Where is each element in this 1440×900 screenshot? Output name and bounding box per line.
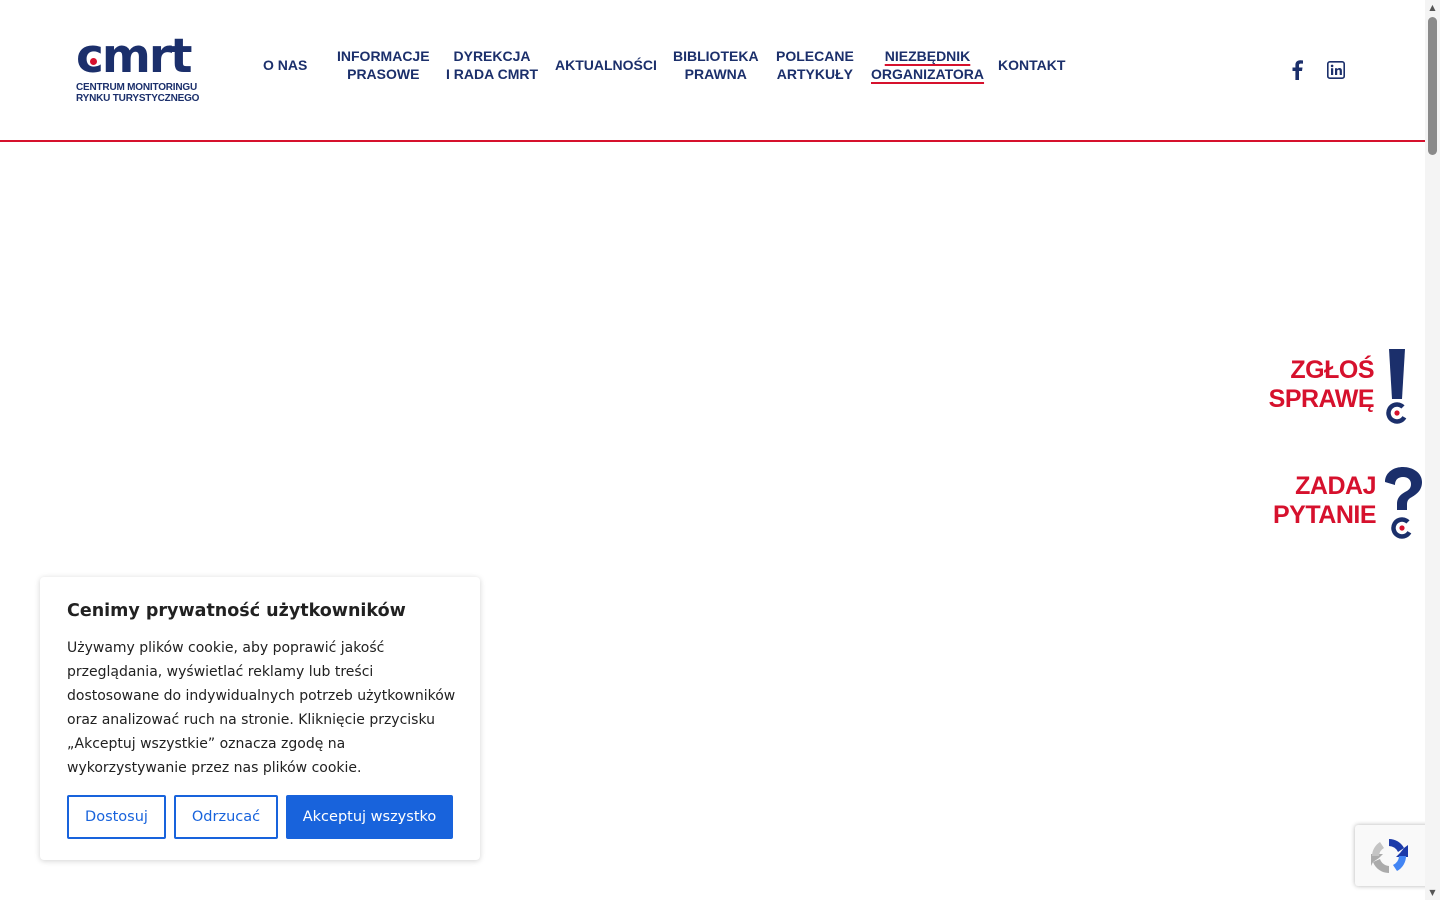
nav-item-aktualnosci[interactable]: AKTUALNOŚCI (555, 56, 657, 74)
cookie-description: Używamy plików cookie, aby poprawić jako… (67, 640, 456, 776)
nav-item-polecane-artykuly[interactable]: POLECANE ARTYKUŁY (776, 47, 854, 83)
nav-item-niezbednik-organizatora[interactable]: NIEZBĘDNIK ORGANIZATORA (871, 47, 984, 83)
ask-question-line2: PYTANIE (1273, 501, 1377, 529)
report-issue-button[interactable]: ZGŁOŚ SPRAWĘ (1269, 348, 1412, 426)
main-nav: O NAS INFORMACJE PRASOWE DYREKCJA I RADA… (0, 0, 1100, 140)
nav-label: NIEZBĘDNIK (884, 48, 971, 64)
scrollbar-thumb[interactable] (1428, 17, 1437, 155)
nav-label: AKTUALNOŚCI (555, 57, 657, 73)
nav-label: ORGANIZATORA (871, 66, 985, 82)
nav-label: POLECANE (776, 48, 854, 64)
recaptcha-icon (1371, 839, 1408, 874)
page-scrollbar[interactable]: ▲ ▼ (1425, 0, 1440, 900)
facebook-link[interactable] (1285, 58, 1309, 82)
cookie-title: Cenimy prywatność użytkowników (67, 601, 406, 621)
nav-label: DYREKCJA (453, 48, 531, 64)
cookie-accept-all-button[interactable]: Akceptuj wszystko (286, 795, 453, 839)
page: cmrt CENTRUM MONITORINGU RYNKU TURYSTYCZ… (0, 0, 1440, 900)
cookie-consent-banner: Cenimy prywatność użytkowników Używamy p… (40, 577, 480, 860)
nav-label: ARTYKUŁY (776, 66, 854, 82)
ask-question-line1: ZADAJ (1295, 472, 1376, 500)
report-issue-line2: SPRAWĘ (1268, 385, 1375, 413)
ask-question-button[interactable]: ZADAJ PYTANIE (1273, 466, 1425, 542)
nav-label: INFORMACJE (337, 48, 430, 64)
nav-item-biblioteka-prawna[interactable]: BIBLIOTEKA PRAWNA (673, 47, 759, 83)
report-issue-line1: ZGŁOŚ (1290, 356, 1374, 384)
cookie-reject-button[interactable]: Odrzucać (174, 795, 278, 839)
scroll-up-arrow-icon[interactable]: ▲ (1428, 3, 1437, 12)
nav-label: PRAWNA (684, 66, 747, 82)
cookie-customize-button[interactable]: Dostosuj (67, 795, 166, 839)
nav-label: PRASOWE (347, 66, 420, 82)
nav-label: BIBLIOTEKA (673, 48, 759, 64)
nav-label: O NAS (263, 57, 308, 73)
nav-item-kontakt[interactable]: KONTAKT (998, 56, 1065, 74)
linkedin-link[interactable] (1324, 58, 1348, 82)
nav-label: I RADA CMRT (446, 66, 539, 82)
site-header: cmrt CENTRUM MONITORINGU RYNKU TURYSTYCZ… (0, 0, 1425, 142)
exclamation-icon (1386, 349, 1408, 424)
ask-question-label: ZADAJ PYTANIE (1273, 472, 1377, 530)
facebook-icon (1292, 60, 1303, 80)
question-icon (1385, 467, 1422, 539)
linkedin-icon (1327, 61, 1345, 79)
nav-label: KONTAKT (998, 57, 1066, 73)
nav-item-o-nas[interactable]: O NAS (263, 56, 307, 74)
nav-item-informacje-prasowe[interactable]: INFORMACJE PRASOWE (337, 47, 430, 83)
nav-item-dyrekcja-i-rada[interactable]: DYREKCJA I RADA CMRT (446, 47, 538, 83)
report-issue-label: ZGŁOŚ SPRAWĘ (1268, 356, 1375, 414)
scroll-down-arrow-icon[interactable]: ▼ (1428, 888, 1437, 897)
